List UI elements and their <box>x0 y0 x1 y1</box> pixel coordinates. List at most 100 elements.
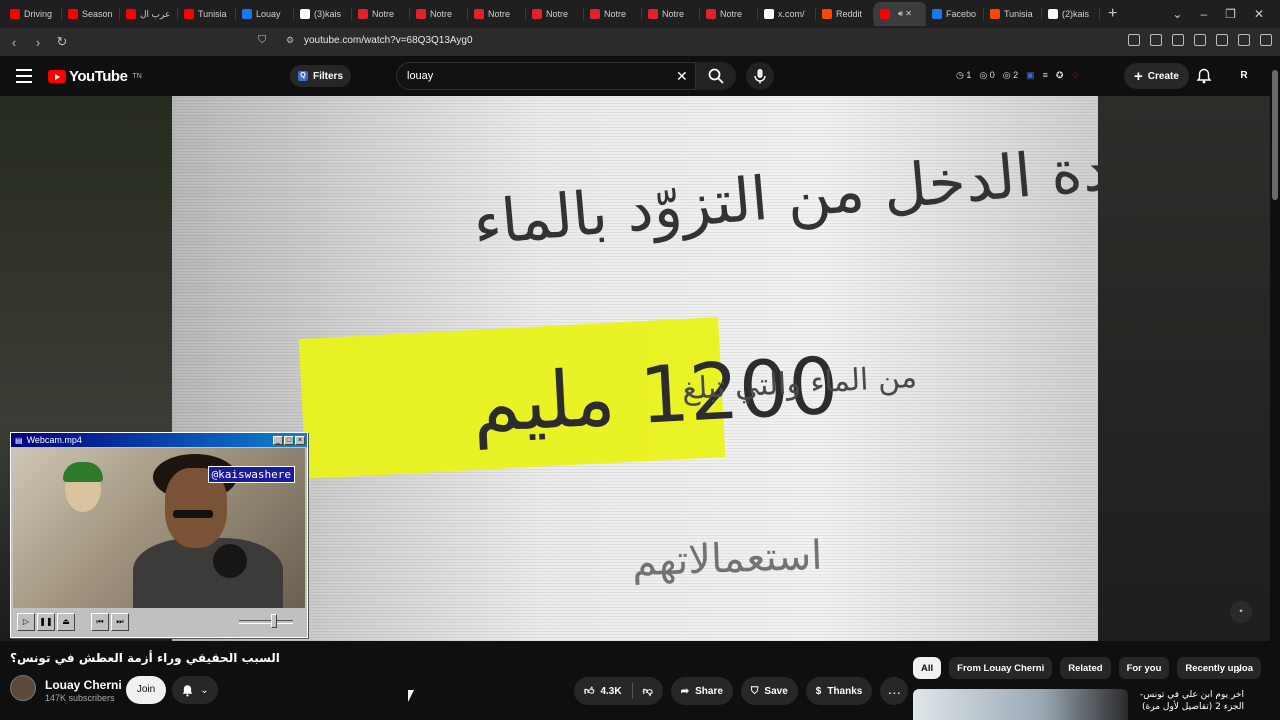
wallet-icon[interactable] <box>1194 34 1206 46</box>
dislike-button[interactable]: 👎︎ <box>633 677 663 705</box>
play-icon[interactable]: ▷ <box>17 613 35 631</box>
thumbs-down-icon: 👎︎ <box>642 686 653 697</box>
vpn-icon[interactable] <box>1216 34 1228 46</box>
next-icon[interactable]: ⏭ <box>111 613 129 631</box>
browser-tab[interactable]: Tunisia <box>178 2 236 26</box>
search-button[interactable] <box>696 62 736 90</box>
join-button[interactable]: Join <box>126 676 166 704</box>
browser-tab[interactable]: Notre <box>410 2 468 26</box>
webcam-maximize-button[interactable]: □ <box>284 435 294 445</box>
tab-label: Notre <box>604 9 627 19</box>
previous-icon[interactable]: ⏮ <box>91 613 109 631</box>
extensions-icon[interactable] <box>1128 34 1140 46</box>
chip-all[interactable]: All <box>913 657 942 679</box>
clear-search-icon[interactable]: ✕ <box>676 68 688 85</box>
bookmark-icon[interactable]: ⛉ <box>258 34 266 47</box>
filters-button[interactable]: Q Filters <box>290 65 352 87</box>
more-actions-button[interactable]: … <box>880 677 909 705</box>
browser-tab[interactable]: Notre <box>468 2 526 26</box>
subscription-bell-button[interactable]: ⌄ <box>172 676 218 704</box>
search-icon <box>708 68 724 84</box>
site-info-icon[interactable]: ⚙ <box>286 35 294 46</box>
volume-thumb[interactable] <box>271 614 277 628</box>
page-scrollbar[interactable] <box>1270 56 1280 720</box>
video-actions: 👍︎ 4.3K 👎︎ ➦ Share ⛉ Save $ Thanks … <box>574 677 909 705</box>
account-avatar[interactable]: R <box>1234 66 1254 86</box>
eject-icon[interactable]: ⏏ <box>57 613 75 631</box>
browser-tab[interactable]: x.com/ <box>758 2 816 26</box>
tab-label: Notre <box>372 9 395 19</box>
restore-window-button[interactable]: ❐ <box>1225 7 1236 21</box>
volume-slider[interactable] <box>239 614 293 628</box>
reload-icon[interactable]: ↻ <box>52 34 72 50</box>
browser-tab[interactable]: Reddit <box>816 2 874 26</box>
luigi-hat <box>63 462 103 482</box>
close-window-button[interactable]: ✕ <box>1254 7 1264 21</box>
tab-list-icon[interactable]: ⌄ <box>1172 7 1182 21</box>
ext-list-icon[interactable]: ≡ <box>1043 70 1048 81</box>
notifications-button[interactable] <box>1196 68 1212 89</box>
webcam-titlebar[interactable]: ▤ Webcam.mp4 _ □ × <box>11 433 307 447</box>
extension-counters[interactable]: ◷ 1 ◎ 0 ◎ 2 ▣ ≡ ✪ ♢ <box>956 70 1080 81</box>
chevron-right-icon[interactable]: › <box>1236 661 1241 677</box>
create-button[interactable]: + Create <box>1124 63 1189 89</box>
browser-tab[interactable]: (2)kais <box>1042 2 1100 26</box>
browser-tab[interactable]: Notre <box>642 2 700 26</box>
recommendation-title[interactable]: اخر يوم ابن علي في تونس- الجزء 2 (تفاصيل… <box>1134 689 1244 713</box>
scrollbar-thumb[interactable] <box>1272 70 1278 200</box>
ext-trophy-icon[interactable]: ✪ <box>1056 70 1064 81</box>
back-icon[interactable]: ‹ <box>4 35 24 50</box>
chip-recently-uploaded[interactable]: Recently uploa <box>1177 657 1261 679</box>
tab-favicon-icon <box>590 9 600 19</box>
guide-menu-icon[interactable] <box>16 69 32 87</box>
tab-favicon-icon <box>990 9 1000 19</box>
menu-icon[interactable] <box>1260 34 1272 46</box>
chip-from-channel[interactable]: From Louay Cherni <box>949 657 1053 679</box>
tab-audio-icon[interactable]: 🔊︎ ✕ <box>898 9 912 19</box>
channel-avatar[interactable] <box>10 675 36 701</box>
browser-tab[interactable]: Louay <box>236 2 294 26</box>
pause-icon[interactable]: ❚❚ <box>37 613 55 631</box>
channel-watermark[interactable]: ✦ <box>1230 601 1252 623</box>
url-field[interactable]: youtube.com/watch?v=68Q3Q13Ayg0 <box>304 35 473 46</box>
tab-favicon-icon <box>822 9 832 19</box>
like-button[interactable]: 👍︎ 4.3K <box>574 677 632 705</box>
webcam-close-button[interactable]: × <box>295 435 305 445</box>
browser-tab[interactable]: Notre <box>700 2 758 26</box>
browser-tab[interactable]: Season <box>62 2 120 26</box>
browser-tab[interactable]: Driving <box>4 2 62 26</box>
ext-alert-icon[interactable]: ♢ <box>1071 70 1079 81</box>
minimize-window-button[interactable]: – <box>1200 7 1207 21</box>
search-input[interactable]: louay <box>396 62 696 90</box>
streamer-body <box>133 538 283 608</box>
tab-label: Notre <box>430 9 453 19</box>
browser-tab[interactable]: عرب ال <box>120 2 178 26</box>
browser-tab[interactable]: Facebo <box>926 2 984 26</box>
recommendation-thumbnail[interactable] <box>913 689 1128 720</box>
thanks-button[interactable]: $ Thanks <box>805 677 873 705</box>
ext-q-icon[interactable]: ▣ <box>1026 70 1035 81</box>
new-tab-button[interactable]: + <box>1108 5 1117 23</box>
browser-tab-bar: Driving Season عرب ال Tunisia Louay (3)kais No… <box>0 0 1280 28</box>
chip-related[interactable]: Related <box>1060 657 1111 679</box>
share-button[interactable]: ➦ Share <box>670 677 733 705</box>
browser-tab[interactable]: 🔊︎ ✕ <box>874 2 926 26</box>
sidebar-icon[interactable] <box>1172 34 1184 46</box>
tab-favicon-icon <box>706 9 716 19</box>
save-button[interactable]: ⛉ Save <box>740 677 798 705</box>
browser-tab[interactable]: (3)kais <box>294 2 352 26</box>
browser-tab[interactable]: Notre <box>526 2 584 26</box>
forward-icon[interactable]: › <box>28 35 48 50</box>
youtube-logo[interactable]: YouTube TN <box>48 68 142 85</box>
browser-tab[interactable]: Tunisia <box>984 2 1042 26</box>
media-icon[interactable] <box>1150 34 1162 46</box>
channel-name[interactable]: Louay Cherni <box>45 678 122 692</box>
browser-tab[interactable]: Notre <box>352 2 410 26</box>
tab-label: Tunisia <box>198 9 227 19</box>
chip-for-you[interactable]: For you <box>1118 657 1170 679</box>
voice-search-button[interactable] <box>746 62 774 90</box>
webcam-minimize-button[interactable]: _ <box>273 435 283 445</box>
shield-icon[interactable] <box>1238 34 1250 46</box>
browser-tab[interactable]: Notre <box>584 2 642 26</box>
webcam-window[interactable]: ▤ Webcam.mp4 _ □ × @kaiswashere ▷ ❚❚ ⏏ ⏮… <box>10 432 308 638</box>
